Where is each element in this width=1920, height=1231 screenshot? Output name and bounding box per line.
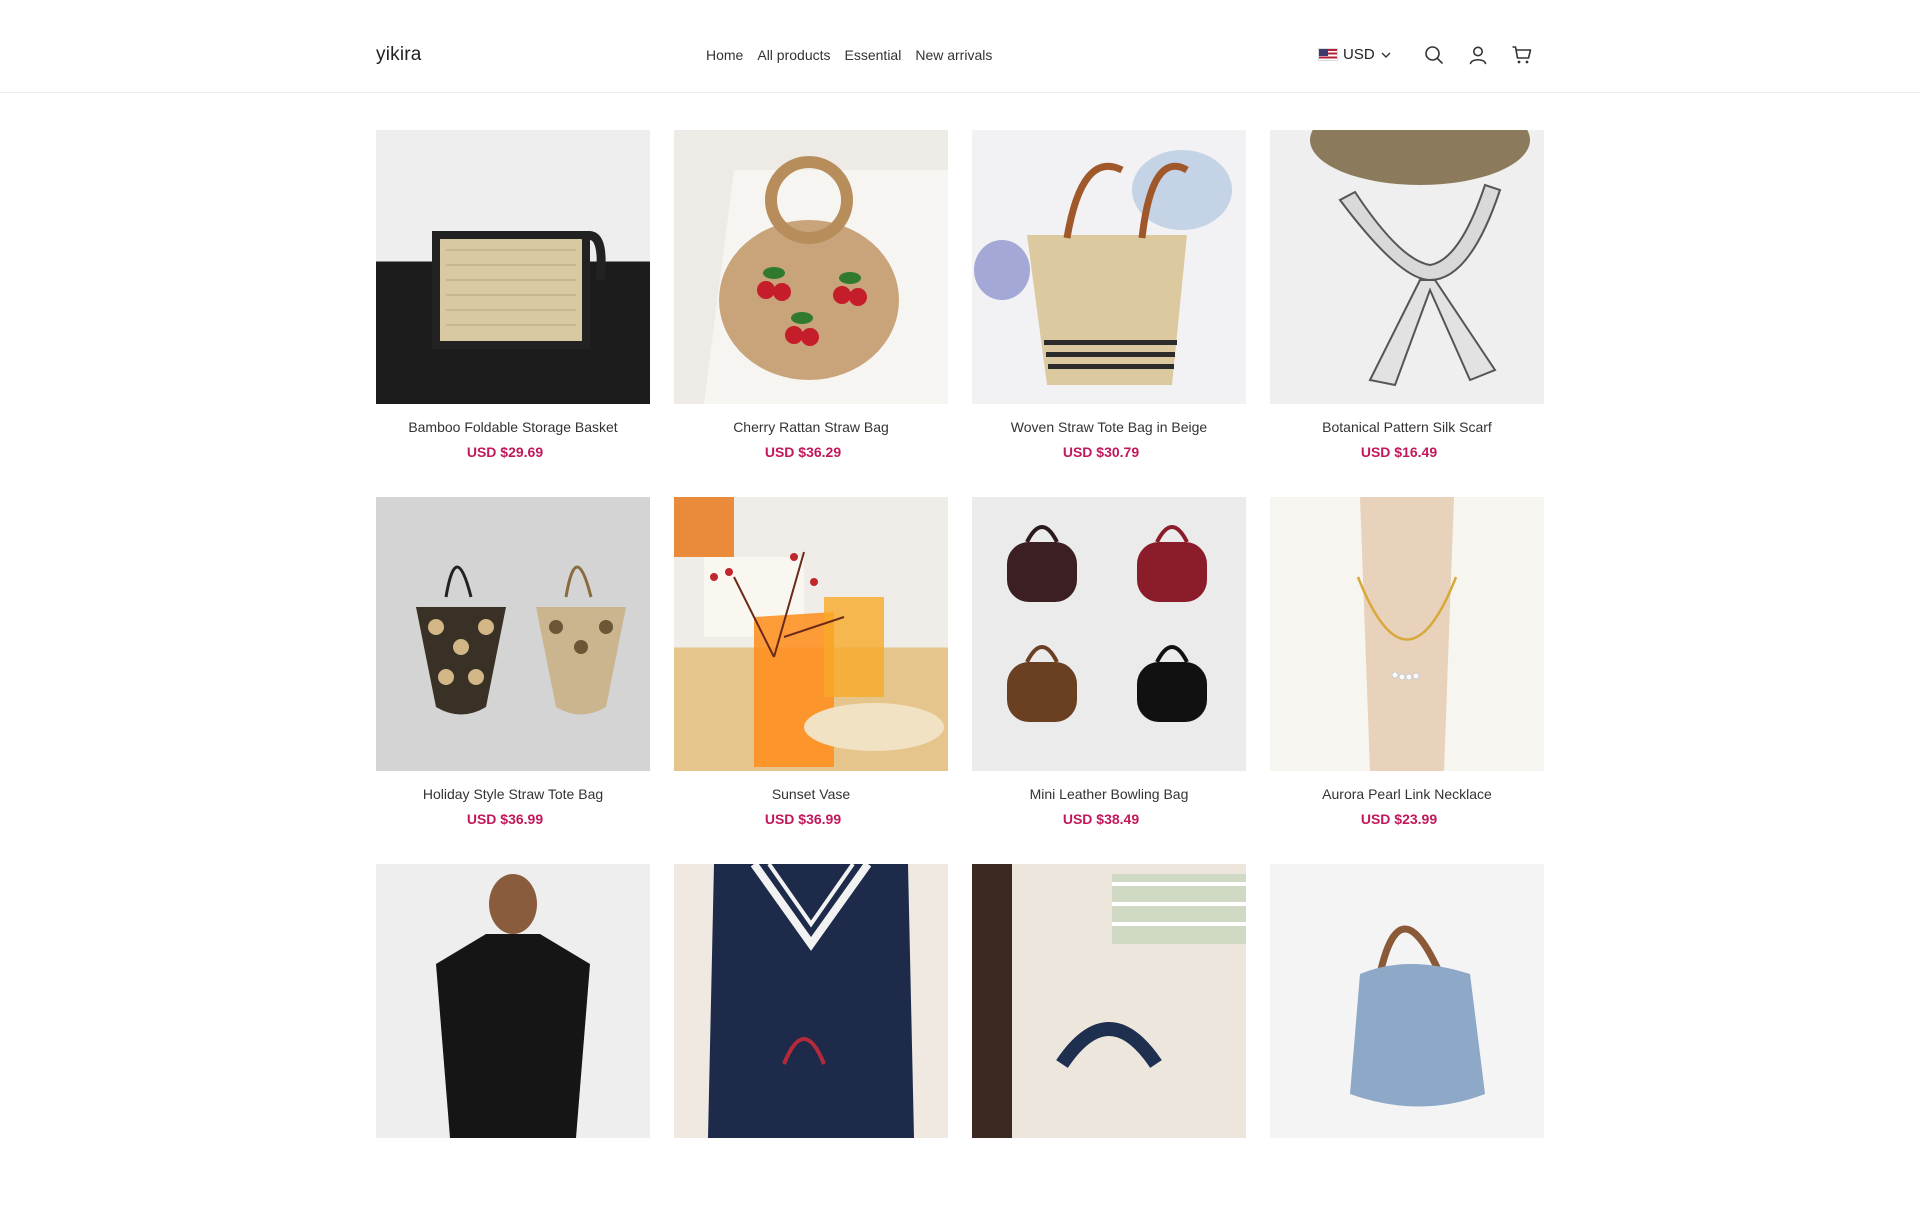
product-image[interactable] bbox=[376, 864, 650, 1138]
product-card[interactable] bbox=[376, 864, 650, 1231]
product-image[interactable] bbox=[674, 864, 948, 1138]
product-name[interactable]: Cherry Rattan Straw Bag bbox=[674, 417, 948, 437]
product-image[interactable] bbox=[376, 497, 650, 771]
product-grid: Bamboo Foldable Storage Basket USD $29.6… bbox=[376, 130, 1544, 1231]
product-card[interactable] bbox=[972, 864, 1246, 1231]
product-image[interactable] bbox=[972, 864, 1246, 1138]
product-image[interactable] bbox=[1270, 130, 1544, 404]
product-price: USD $36.99 bbox=[764, 811, 842, 827]
product-card[interactable]: Sunset Vase USD $36.99 bbox=[674, 497, 948, 864]
cart-icon[interactable] bbox=[1511, 44, 1533, 66]
product-card[interactable]: Bamboo Foldable Storage Basket USD $29.6… bbox=[376, 130, 650, 497]
product-image[interactable] bbox=[1270, 864, 1544, 1138]
product-name[interactable]: Botanical Pattern Silk Scarf bbox=[1270, 417, 1544, 437]
product-price: USD $29.69 bbox=[466, 444, 544, 460]
search-icon[interactable] bbox=[1423, 44, 1445, 66]
currency-selector[interactable]: USD bbox=[1318, 46, 1392, 63]
product-card[interactable] bbox=[1270, 864, 1544, 1231]
product-price: USD $38.49 bbox=[1062, 811, 1140, 827]
us-flag-icon bbox=[1318, 48, 1338, 61]
product-price: USD $16.49 bbox=[1360, 444, 1438, 460]
product-name[interactable]: Sunset Vase bbox=[674, 784, 948, 804]
product-card[interactable] bbox=[674, 864, 948, 1231]
product-card[interactable]: Cherry Rattan Straw Bag USD $36.29 bbox=[674, 130, 948, 497]
product-image[interactable] bbox=[972, 497, 1246, 771]
nav-home[interactable]: Home bbox=[706, 47, 743, 63]
product-name[interactable]: Woven Straw Tote Bag in Beige bbox=[972, 417, 1246, 437]
store-logo[interactable]: yikira bbox=[376, 44, 422, 66]
nav-all-products[interactable]: All products bbox=[757, 47, 830, 63]
product-price: USD $23.99 bbox=[1360, 811, 1438, 827]
product-image[interactable] bbox=[674, 130, 948, 404]
product-image[interactable] bbox=[376, 130, 650, 404]
site-header: yikira Home All products Essential New a… bbox=[0, 0, 1920, 93]
product-card[interactable]: Mini Leather Bowling Bag USD $38.49 bbox=[972, 497, 1246, 864]
chevron-down-icon bbox=[1381, 52, 1391, 58]
product-image[interactable] bbox=[674, 497, 948, 771]
product-name[interactable]: Bamboo Foldable Storage Basket bbox=[376, 417, 650, 437]
user-icon[interactable] bbox=[1467, 44, 1489, 66]
product-card[interactable]: Botanical Pattern Silk Scarf USD $16.49 bbox=[1270, 130, 1544, 497]
product-card[interactable]: Aurora Pearl Link Necklace USD $23.99 bbox=[1270, 497, 1544, 864]
product-price: USD $30.79 bbox=[1062, 444, 1140, 460]
product-image[interactable] bbox=[1270, 497, 1544, 771]
product-price: USD $36.29 bbox=[764, 444, 842, 460]
product-card[interactable]: Holiday Style Straw Tote Bag USD $36.99 bbox=[376, 497, 650, 864]
product-name[interactable]: Aurora Pearl Link Necklace bbox=[1270, 784, 1544, 804]
product-name[interactable]: Mini Leather Bowling Bag bbox=[972, 784, 1246, 804]
product-card[interactable]: Woven Straw Tote Bag in Beige USD $30.79 bbox=[972, 130, 1246, 497]
product-name[interactable]: Holiday Style Straw Tote Bag bbox=[376, 784, 650, 804]
main-nav: Home All products Essential New arrivals bbox=[706, 47, 1006, 63]
currency-label: USD bbox=[1343, 46, 1375, 63]
product-image[interactable] bbox=[972, 130, 1246, 404]
nav-new-arrivals[interactable]: New arrivals bbox=[915, 47, 992, 63]
nav-essential[interactable]: Essential bbox=[845, 47, 902, 63]
product-price: USD $36.99 bbox=[466, 811, 544, 827]
